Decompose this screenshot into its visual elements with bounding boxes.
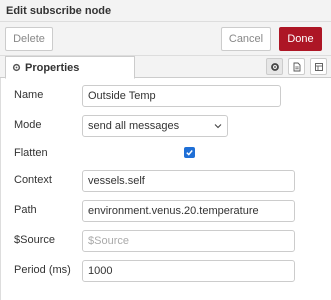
- flatten-row: Flatten: [0, 143, 331, 165]
- context-input[interactable]: vessels.self: [82, 170, 295, 192]
- gear-icon: [270, 62, 279, 71]
- source-input[interactable]: $Source: [82, 230, 295, 252]
- flatten-label: Flatten: [14, 147, 48, 159]
- mode-row: Mode send all messages: [0, 115, 331, 137]
- description-icon: [293, 62, 300, 71]
- name-input[interactable]: Outside Temp: [82, 85, 281, 107]
- tab-appearance-button[interactable]: [310, 58, 327, 75]
- tray-title: Edit subscribe node: [6, 5, 112, 17]
- gear-icon: [12, 63, 21, 72]
- path-label: Path: [14, 204, 37, 216]
- mode-label: Mode: [14, 119, 42, 131]
- name-label: Name: [14, 89, 44, 101]
- done-button[interactable]: Done: [279, 27, 322, 51]
- tray-header: Edit subscribe node: [0, 0, 331, 22]
- tab-description-button[interactable]: [288, 58, 305, 75]
- appearance-icon: [314, 62, 323, 71]
- period-label: Period (ms): [14, 264, 71, 276]
- context-label: Context: [14, 174, 52, 186]
- tab-settings-button[interactable]: [266, 58, 283, 75]
- period-input[interactable]: 1000: [82, 260, 295, 282]
- path-input[interactable]: environment.venus.20.temperature: [82, 200, 295, 222]
- cancel-button[interactable]: Cancel: [221, 27, 271, 51]
- delete-button[interactable]: Delete: [5, 27, 53, 51]
- name-row: Name Outside Temp: [0, 85, 331, 107]
- tab-properties-label: Properties: [25, 61, 80, 74]
- tab-properties[interactable]: Properties: [5, 56, 135, 79]
- period-row: Period (ms) 1000: [0, 260, 331, 282]
- path-row: Path environment.venus.20.temperature: [0, 200, 331, 222]
- mode-select[interactable]: send all messages: [82, 115, 228, 137]
- mode-select-value: send all messages: [88, 120, 180, 132]
- source-label: $Source: [14, 234, 55, 246]
- check-icon: [186, 150, 193, 156]
- context-row: Context vessels.self: [0, 170, 331, 192]
- tray-toolbar: Delete Cancel Done: [0, 22, 331, 56]
- flatten-checkbox[interactable]: [184, 147, 195, 158]
- chevron-down-icon: [214, 124, 222, 129]
- tabs-row: Properties: [0, 56, 331, 79]
- source-row: $Source $Source: [0, 230, 331, 252]
